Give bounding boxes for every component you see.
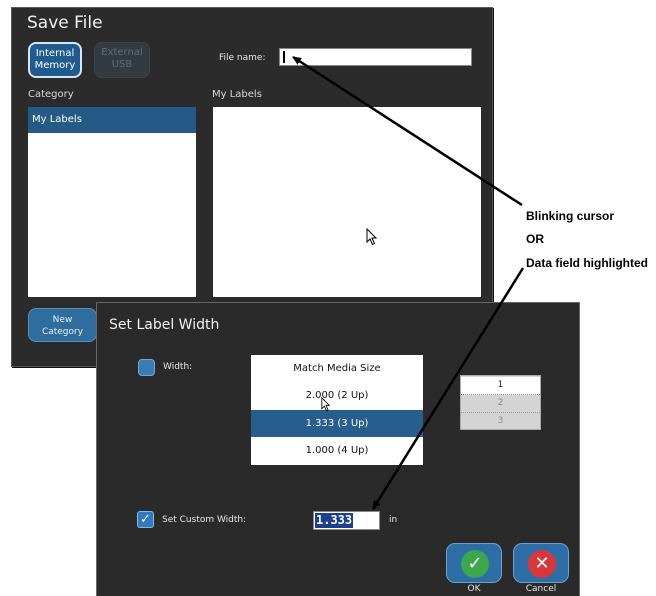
annotation-blinking-cursor: Blinking cursor [526,209,615,223]
arrow-to-custom-width [371,267,525,510]
arrow-to-file-name [292,55,523,207]
annotation-or: OR [526,232,544,246]
annotation-arrows [292,55,525,510]
annotation-data-field-highlighted: Data field highlighted [526,256,648,270]
